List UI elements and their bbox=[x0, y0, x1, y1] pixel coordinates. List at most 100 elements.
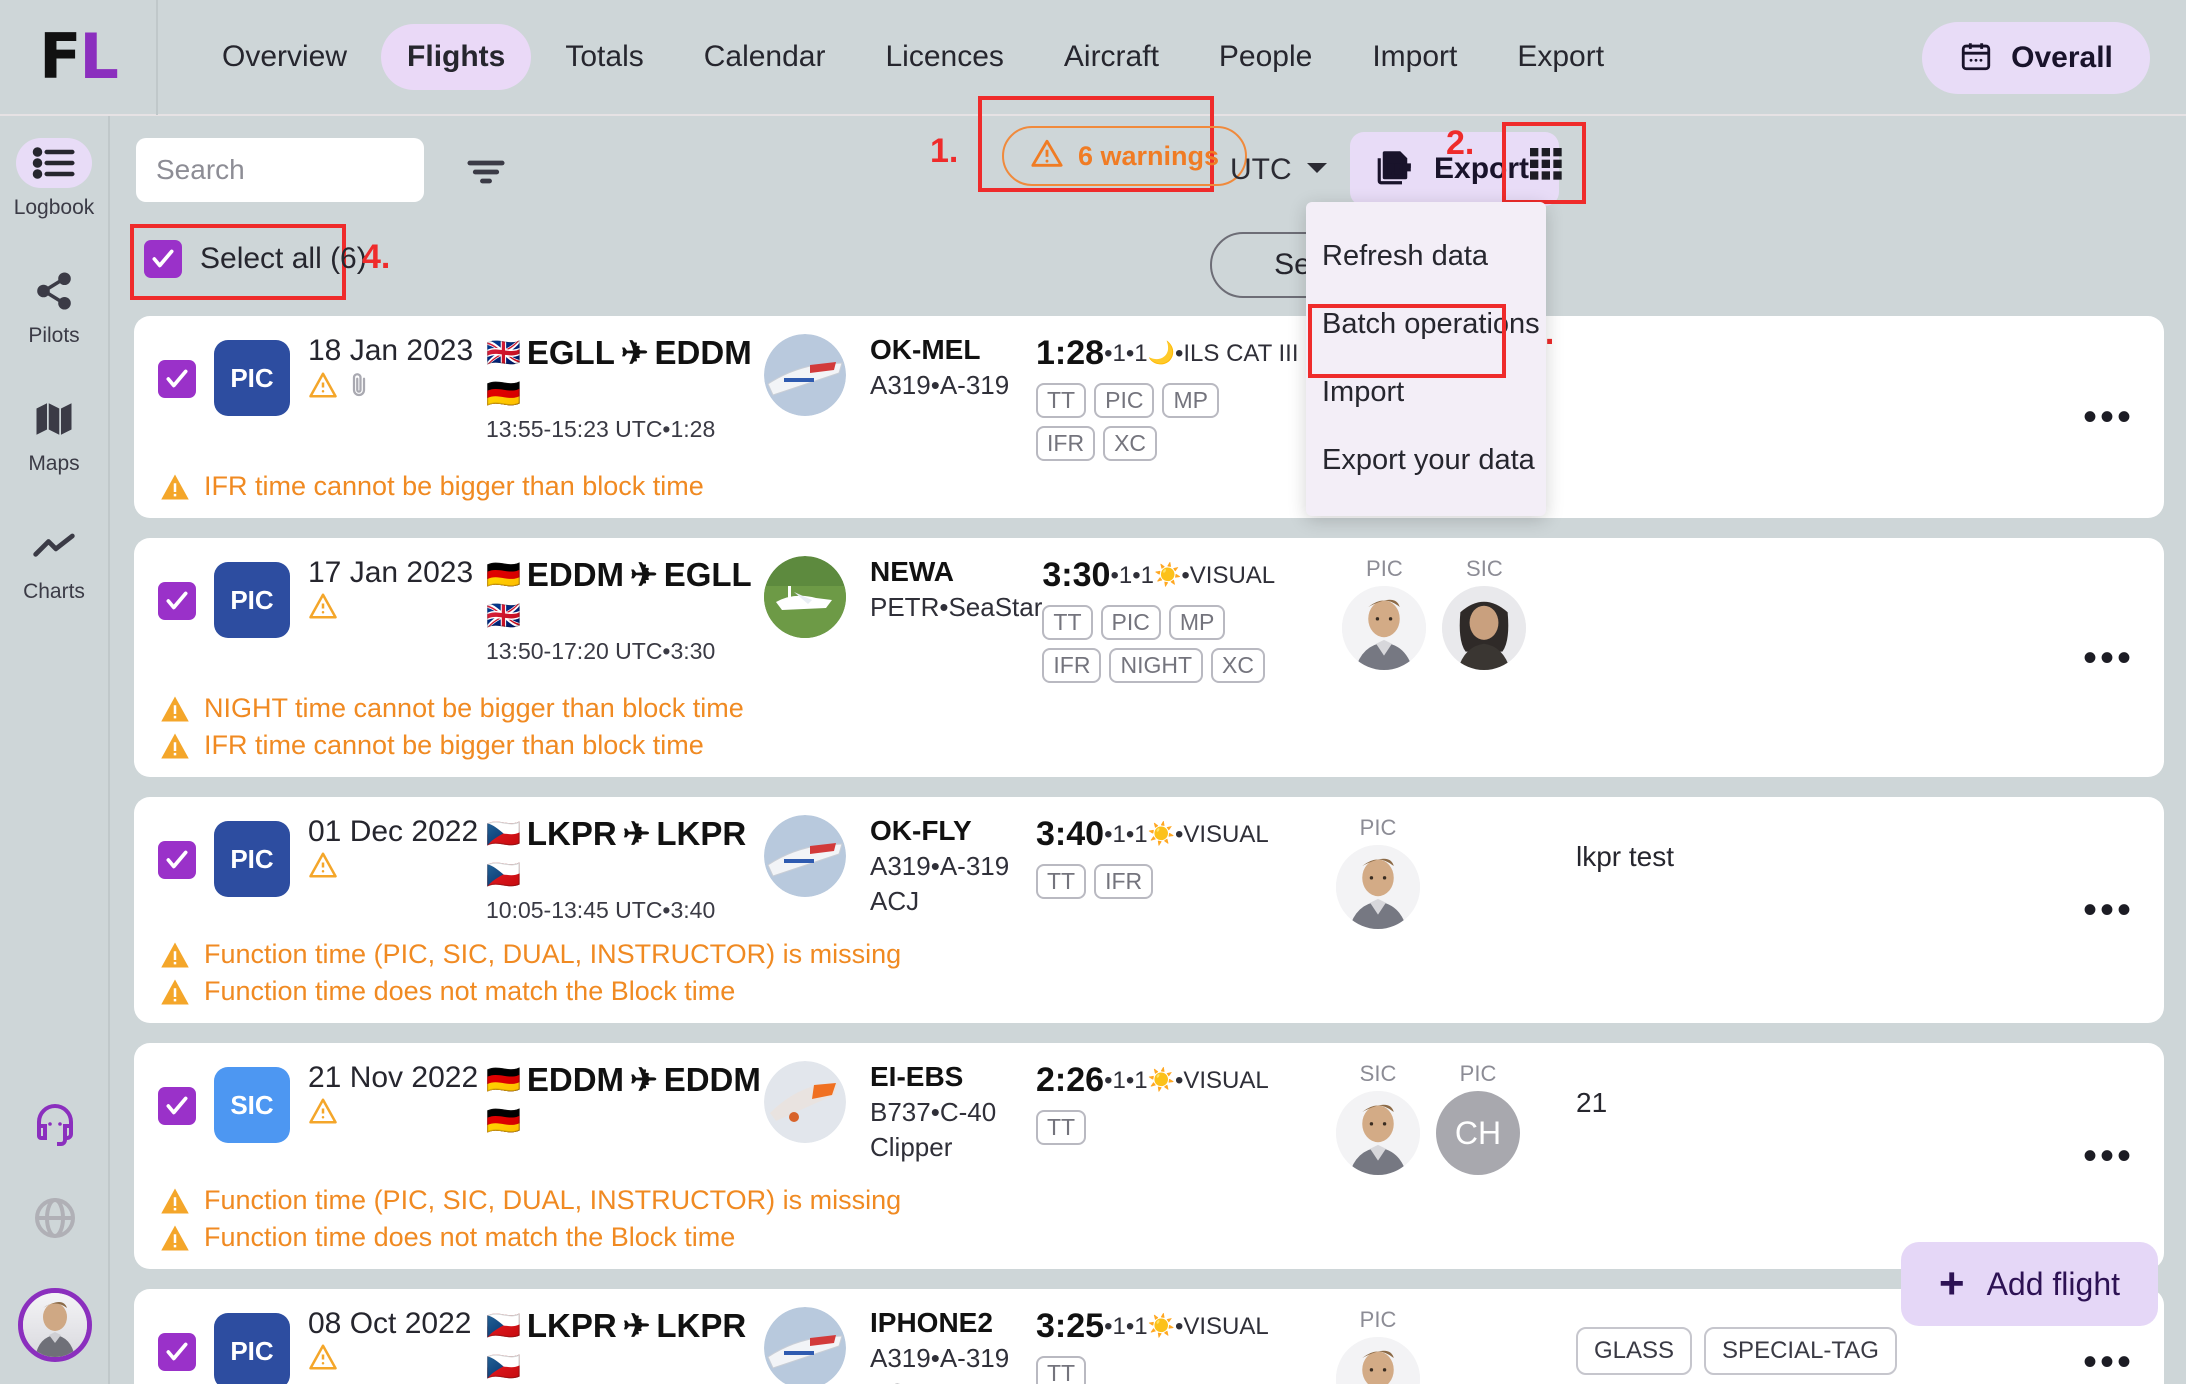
dropdown-item-batch-operations[interactable]: Batch operations bbox=[1306, 290, 1546, 358]
aircraft-type: A319•A-319 bbox=[870, 370, 1010, 400]
flight-card[interactable]: PIC 08 Oct 2022 🇨🇿LKPR✈LKPR🇨🇿23:13-23:13 U… bbox=[134, 1289, 2164, 1384]
add-flight-button[interactable]: + Add flight bbox=[1900, 1242, 2158, 1326]
flight-tag[interactable]: GLASS bbox=[1576, 1327, 1693, 1375]
warning-triangle-icon bbox=[161, 1188, 189, 1213]
nav-item-import[interactable]: Import bbox=[1346, 24, 1483, 90]
flight-pilots: PIC SIC bbox=[1342, 556, 1582, 670]
flight-date: 21 Nov 2022 bbox=[308, 1061, 479, 1094]
pilot-entry[interactable]: SIC bbox=[1336, 1061, 1420, 1175]
search-input[interactable] bbox=[136, 138, 424, 202]
flight-checkbox[interactable] bbox=[158, 1333, 196, 1371]
flight-row-menu-button[interactable]: ••• bbox=[2083, 1342, 2134, 1382]
aircraft-cell: OK-FLY A319•A-319 ACJ bbox=[856, 815, 1036, 917]
flight-approach: •VISUAL bbox=[1174, 1312, 1269, 1340]
dropdown-item-import[interactable]: Import bbox=[1306, 358, 1546, 426]
pilot-photo bbox=[1342, 586, 1427, 670]
sidebar-item-maps[interactable]: Maps bbox=[0, 394, 108, 476]
flight-card[interactable]: SIC 21 Nov 2022 🇩🇪 EDDM ✈ EDDM 🇩🇪 EI-EBS B737•C-… bbox=[134, 1043, 2164, 1269]
sidebar-item-language[interactable] bbox=[0, 1194, 110, 1242]
flight-errors: IFR time cannot be bigger than block tim… bbox=[134, 461, 2164, 518]
nav-item-licences[interactable]: Licences bbox=[859, 24, 1029, 90]
aircraft-type: PETR•SeaStar bbox=[870, 592, 1043, 622]
departure-flag-icon: 🇨🇿 bbox=[486, 816, 521, 850]
flight-row-menu-button[interactable]: ••• bbox=[2083, 638, 2134, 678]
departure-airport: EGLL bbox=[526, 334, 615, 371]
sidebar-item-charts[interactable]: Charts bbox=[0, 522, 108, 604]
filter-icon[interactable] bbox=[464, 154, 508, 195]
flight-error: Function time does not match the Block t… bbox=[160, 1222, 2164, 1253]
logo-letter-f: F bbox=[39, 20, 81, 93]
flight-checkbox[interactable] bbox=[158, 841, 196, 879]
sidebar-item-pilots[interactable]: Pilots bbox=[0, 266, 108, 348]
dropdown-item-refresh-data[interactable]: Refresh data bbox=[1306, 222, 1546, 290]
flight-date: 17 Jan 2023 bbox=[308, 556, 474, 589]
flight-approach: •VISUAL bbox=[1181, 561, 1276, 589]
overall-label: Overall bbox=[2011, 41, 2113, 74]
flight-role-badge: PIC bbox=[214, 562, 290, 638]
check-icon bbox=[166, 1096, 188, 1115]
utc-selector[interactable]: UTC bbox=[1230, 138, 1328, 202]
flight-card[interactable]: PIC 01 Dec 2022 🇨🇿 LKPR ✈ LKPR 🇨🇿 10:05-13:45 U… bbox=[134, 797, 2164, 1023]
flight-row-menu-button[interactable]: ••• bbox=[2083, 1136, 2134, 1176]
pilot-role-label: PIC bbox=[1359, 1307, 1397, 1332]
flight-badges: TT PIC MP IFR XC bbox=[1036, 383, 1264, 461]
sidebar-bottom bbox=[0, 1100, 110, 1362]
warning-triangle-icon bbox=[161, 979, 189, 1004]
aircraft-cell: EI-EBS B737•C-40 Clipper bbox=[856, 1061, 1036, 1163]
flight-legs: •1•1 bbox=[1104, 339, 1148, 367]
select-all-checkbox[interactable] bbox=[144, 240, 182, 278]
flight-times: 13:55-15:23 UTC•1:28 bbox=[486, 416, 716, 443]
flight-tag[interactable]: SPECIAL-TAG bbox=[1704, 1327, 1897, 1375]
nav-item-totals[interactable]: Totals bbox=[539, 24, 669, 90]
nav-item-calendar[interactable]: Calendar bbox=[678, 24, 852, 90]
app-logo[interactable]: FL bbox=[0, 0, 158, 115]
time-badge: TT bbox=[1036, 864, 1087, 899]
sidebar-item-support[interactable] bbox=[0, 1100, 110, 1148]
flight-row-menu-button[interactable]: ••• bbox=[2083, 890, 2134, 930]
nav-item-overview[interactable]: Overview bbox=[196, 24, 373, 90]
flight-card[interactable]: PIC 18 Jan 2023 🇬🇧 EGLL ✈ EDDM 🇩🇪 13:55-15:23 U… bbox=[134, 316, 2164, 518]
warning-triangle-icon bbox=[309, 1344, 337, 1370]
overall-button[interactable]: Overall bbox=[1922, 22, 2150, 94]
sidebar-item-label: Logbook bbox=[13, 196, 95, 219]
sidebar-item-logbook[interactable]: Logbook bbox=[0, 138, 108, 220]
nav-item-people[interactable]: People bbox=[1193, 24, 1338, 90]
flight-errors: NIGHT time cannot be bigger than block t… bbox=[134, 683, 2164, 777]
flight-checkbox[interactable] bbox=[158, 582, 196, 620]
nav-item-export[interactable]: Export bbox=[1491, 24, 1630, 90]
pilot-entry[interactable]: PIC bbox=[1336, 815, 1420, 929]
flight-role-badge: PIC bbox=[214, 340, 290, 416]
flight-duration: 3:40 bbox=[1036, 815, 1105, 853]
time-badge: XC bbox=[1103, 426, 1158, 461]
flight-card[interactable]: PIC 17 Jan 2023 🇩🇪 EDDM ✈ EGLL 🇬🇧 13:50-17:20 U… bbox=[134, 538, 2164, 777]
flight-tags: GLASS SPECIAL-TAG bbox=[1576, 1307, 1897, 1375]
nav-item-flights[interactable]: Flights bbox=[381, 24, 532, 90]
pilot-entry[interactable]: PIC bbox=[1336, 1307, 1420, 1384]
aircraft-cell: IPHONE2 A319•A-319 ACJ bbox=[856, 1307, 1036, 1384]
flight-checkbox[interactable] bbox=[158, 360, 196, 398]
time-badge: NIGHT bbox=[1109, 648, 1204, 683]
flight-error-text: IFR time cannot be bigger than block tim… bbox=[204, 471, 704, 501]
departure-airport: EDDM bbox=[526, 556, 625, 593]
flight-row-menu-button[interactable]: ••• bbox=[2083, 397, 2134, 437]
flight-approach: •VISUAL bbox=[1174, 1066, 1269, 1094]
chevron-down-icon bbox=[1306, 161, 1328, 180]
flight-date: 08 Oct 2022 bbox=[308, 1307, 472, 1340]
nav-item-aircraft[interactable]: Aircraft bbox=[1038, 24, 1185, 90]
content-area: 1. 6 warnings UTC PDF Exp bbox=[112, 96, 2186, 1384]
warnings-button[interactable]: 6 warnings bbox=[1002, 126, 1248, 186]
flight-duration: 1:28 bbox=[1036, 334, 1105, 372]
pilot-initials: CH bbox=[1436, 1091, 1520, 1175]
flight-checkbox[interactable] bbox=[158, 1087, 196, 1125]
grid-apps-button[interactable] bbox=[1510, 126, 1580, 200]
select-all-control[interactable]: Select all (6) bbox=[144, 240, 367, 278]
flight-error-text: NIGHT time cannot be bigger than block t… bbox=[204, 693, 744, 723]
flight-date: 01 Dec 2022 bbox=[308, 815, 479, 848]
pilot-entry[interactable]: PIC CH bbox=[1436, 1061, 1520, 1175]
dropdown-item-export-your-data[interactable]: Export your data bbox=[1306, 426, 1546, 494]
pilot-entry[interactable]: PIC bbox=[1342, 556, 1427, 670]
sidebar-user-avatar[interactable] bbox=[0, 1288, 110, 1362]
plane-icon: ✈ bbox=[630, 556, 658, 593]
pilot-entry[interactable]: SIC bbox=[1442, 556, 1527, 670]
grid-dropdown-menu: Refresh data Batch operations Import Export… bbox=[1306, 202, 1546, 516]
